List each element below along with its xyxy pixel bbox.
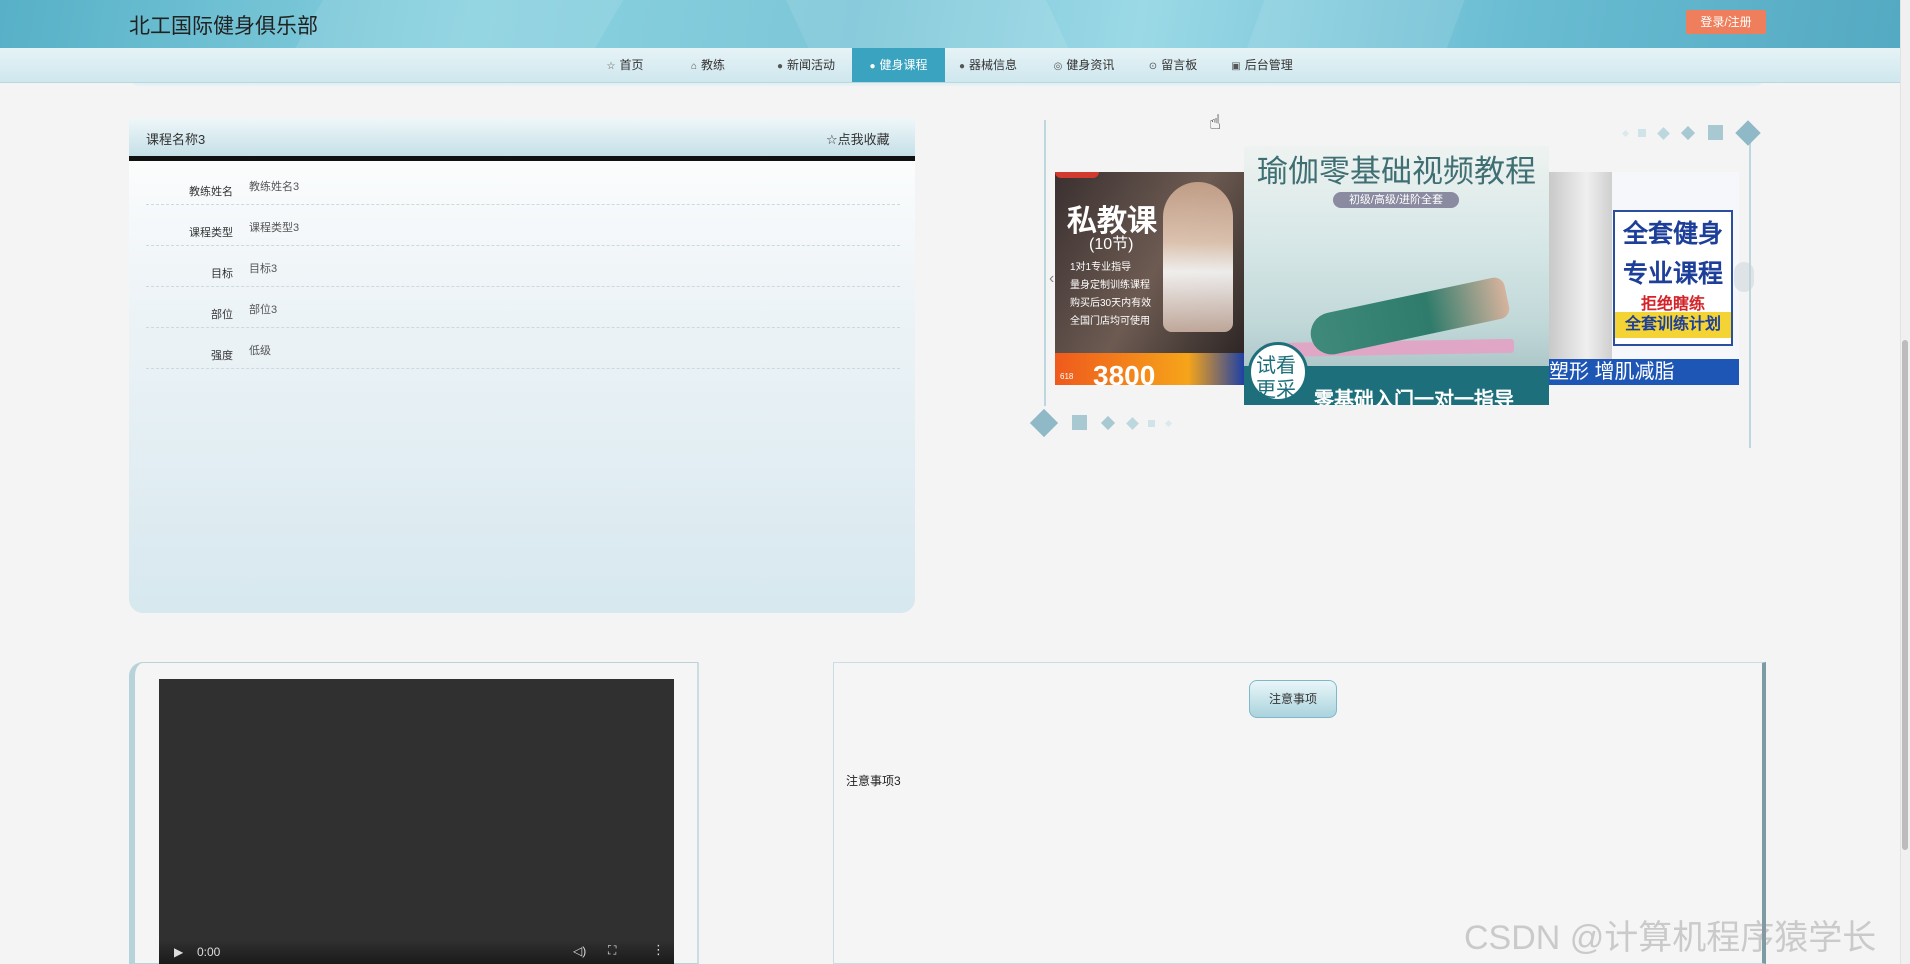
nav-label: 留言板 bbox=[1161, 58, 1198, 72]
square-decoration bbox=[1148, 420, 1155, 427]
star-icon: ☆ bbox=[606, 61, 616, 72]
carousel-slide-yoga[interactable]: 瑜伽零基础视频教程 初级/高级/进阶全套 试看 更采 零基础入门一对一指导 bbox=[1244, 146, 1549, 405]
slide-3-line4: 全套训练计划 bbox=[1615, 312, 1731, 338]
field-row-coach: 教练姓名 教练姓名3 bbox=[146, 164, 900, 205]
field-label: 课程类型 bbox=[189, 227, 233, 239]
slide-1-line: 全国门店均可使用 bbox=[1070, 316, 1150, 327]
course-detail-header bbox=[129, 118, 915, 161]
slide-3-bottom: 塑形 增肌减脂 bbox=[1549, 359, 1739, 385]
nav-label: 教练 bbox=[701, 58, 726, 72]
nav-label: 首页 bbox=[619, 58, 644, 72]
notes-body: 注意事项3 bbox=[846, 774, 901, 788]
athlete-figure bbox=[1163, 182, 1233, 332]
nav-item-news[interactable]: ● 新闻活动 bbox=[770, 48, 842, 82]
more-options-icon[interactable]: ⋮ bbox=[652, 942, 665, 958]
course-name: 课程名称3 bbox=[146, 132, 206, 147]
field-label: 部位 bbox=[211, 309, 233, 321]
volume-icon[interactable]: ◁) bbox=[573, 944, 586, 958]
watermark: CSDN @计算机程序猿学长 bbox=[1464, 919, 1877, 957]
carousel-next-arrow[interactable] bbox=[1734, 262, 1754, 292]
field-row-intensity: 强度 低级 bbox=[146, 328, 900, 369]
field-value: 低级 bbox=[249, 345, 271, 357]
comment-icon: ⊙ bbox=[1148, 61, 1158, 72]
carousel-slide-full-course[interactable]: 全套健身 专业课程 拒绝瞎练 全套训练计划 塑形 增肌减脂 bbox=[1549, 172, 1739, 385]
field-label: 强度 bbox=[211, 350, 233, 362]
nav-item-fitness-news[interactable]: ◎ 健身资讯 bbox=[1048, 48, 1120, 82]
slide-2-badge-line2: 更采 bbox=[1256, 379, 1296, 401]
carousel-border-left bbox=[1044, 120, 1046, 406]
carousel-prev-arrow[interactable]: ‹ bbox=[1049, 270, 1054, 288]
video-time: 0:00 bbox=[197, 945, 221, 959]
nav-item-admin[interactable]: ▣ 后台管理 bbox=[1226, 48, 1298, 82]
nav-item-equipment[interactable]: ● 器械信息 bbox=[952, 48, 1024, 82]
square-decoration bbox=[1708, 125, 1723, 140]
info-icon: ● bbox=[958, 61, 966, 72]
slide-1-price: 3800 bbox=[1093, 360, 1156, 385]
athlete-photo bbox=[1549, 172, 1612, 362]
nav-item-message-board[interactable]: ⊙ 留言板 bbox=[1140, 48, 1206, 82]
nav-label: 健身资讯 bbox=[1066, 58, 1115, 72]
field-label: 目标 bbox=[211, 268, 233, 280]
slide-3-line2: 专业课程 bbox=[1622, 260, 1723, 288]
play-icon[interactable]: ▶ bbox=[174, 945, 183, 959]
slide-3-line3: 拒绝瞎练 bbox=[1640, 296, 1705, 313]
question-icon: ● bbox=[869, 61, 876, 72]
carousel-slide-personal-training[interactable]: 私教课 (10节) 1对1专业指导 量身定制训练课程 购买后30天内有效 全国门… bbox=[1055, 172, 1245, 385]
main-nav: ☆ 首页 ⌂ 教练 ● 新闻活动 ● 健身课程 ● 器械信息 ◎ 健身资讯 ⊙ 留言板 ▣ 后台… bbox=[0, 48, 1900, 83]
nav-label: 器械信息 bbox=[969, 58, 1018, 72]
nav-label: 健身课程 bbox=[879, 58, 928, 72]
slide-3-line1: 全套健身 bbox=[1622, 220, 1723, 248]
square-decoration bbox=[1638, 129, 1646, 137]
dashboard-icon: ▣ bbox=[1231, 61, 1241, 72]
info-icon: ● bbox=[776, 61, 784, 72]
field-label: 教练姓名 bbox=[189, 186, 233, 198]
slide-1-line: 量身定制训练课程 bbox=[1070, 280, 1150, 291]
site-title: 北工国际健身俱乐部 bbox=[129, 15, 318, 38]
slide-1-tag: 618 bbox=[1060, 372, 1074, 381]
slide-1-line: 购买后30天内有效 bbox=[1070, 298, 1152, 309]
nav-label: 新闻活动 bbox=[787, 58, 836, 72]
slide-2-subtitle: 初级/高级/进阶全套 bbox=[1333, 192, 1459, 208]
slide-1-line: 1对1专业指导 bbox=[1070, 262, 1132, 273]
slide-1-subtitle: (10节) bbox=[1089, 236, 1134, 253]
field-value: 目标3 bbox=[249, 263, 278, 275]
fullscreen-icon[interactable]: ⛶ bbox=[608, 943, 616, 958]
login-register-button[interactable]: 登录/注册 bbox=[1686, 10, 1766, 34]
notes-title-button[interactable]: 注意事项 bbox=[1249, 680, 1337, 718]
slide-2-bottom-text: 零基础入门一对一指导 bbox=[1314, 389, 1514, 405]
video-player[interactable] bbox=[159, 679, 674, 964]
video-controls: ▶ 0:00 ◁) ⛶ ⋮ bbox=[159, 940, 674, 964]
field-row-goal: 目标 目标3 bbox=[146, 246, 900, 287]
nav-label: 后台管理 bbox=[1244, 58, 1293, 72]
field-row-body-part: 部位 部位3 bbox=[146, 287, 900, 328]
nav-item-courses[interactable]: ● 健身课程 bbox=[852, 48, 945, 82]
square-decoration bbox=[1072, 415, 1087, 430]
mouse-cursor-icon: ☝ bbox=[1209, 112, 1222, 134]
field-value: 课程类型3 bbox=[249, 222, 300, 234]
nav-item-home[interactable]: ☆ 首页 bbox=[592, 48, 658, 82]
slide-tag-bar bbox=[1055, 172, 1099, 178]
field-value: 教练姓名3 bbox=[249, 181, 300, 193]
globe-icon: ◎ bbox=[1053, 61, 1063, 72]
nav-item-coaches[interactable]: ⌂ 教练 bbox=[680, 48, 736, 82]
scrollbar-thumb[interactable] bbox=[1902, 340, 1908, 850]
field-value: 部位3 bbox=[249, 304, 278, 316]
slide-2-title: 瑜伽零基础视频教程 bbox=[1257, 154, 1536, 189]
field-row-course-type: 课程类型 课程类型3 bbox=[146, 205, 900, 246]
favorite-button[interactable]: ☆点我收藏 bbox=[826, 129, 890, 148]
home-icon: ⌂ bbox=[690, 61, 698, 72]
